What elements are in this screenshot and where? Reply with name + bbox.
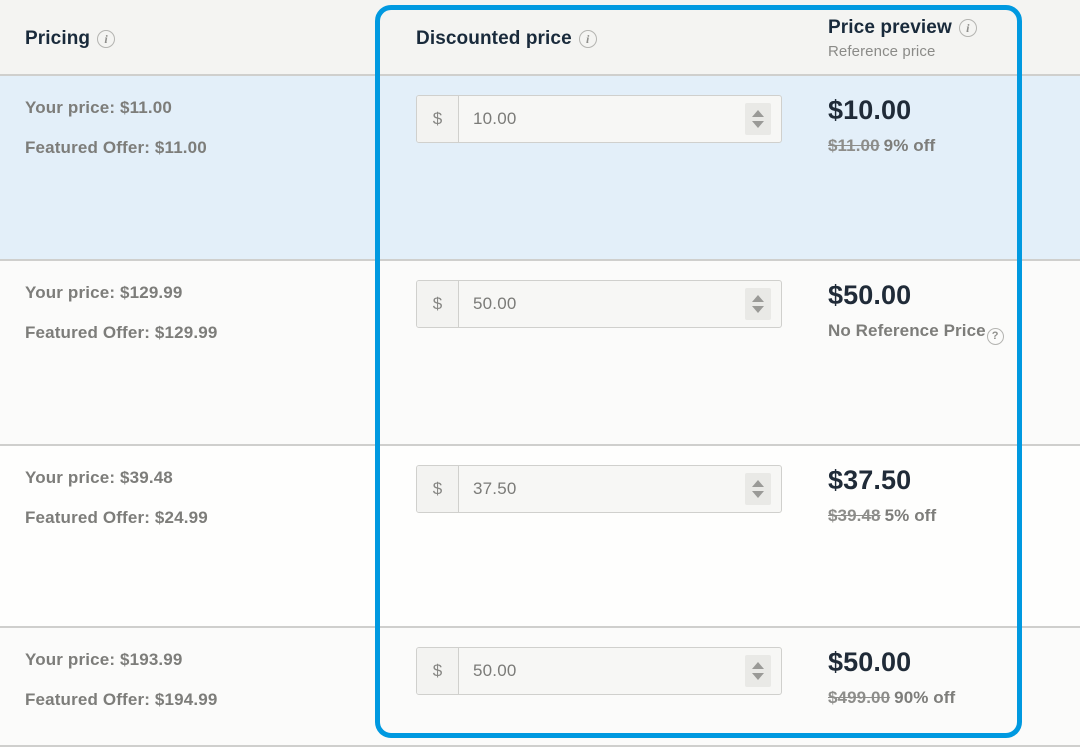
price-preview-column-title-text: Price preview: [828, 17, 952, 38]
discounted-price-input-group[interactable]: $: [416, 95, 782, 143]
discounted-price-input[interactable]: [459, 96, 745, 142]
cell-price-preview: $37.50 $39.48 5% off: [803, 446, 1080, 526]
table-row[interactable]: Your price: $129.99 Featured Offer: $129.…: [0, 261, 1080, 446]
cell-price-preview: $50.00 $499.00 90% off: [803, 628, 1080, 708]
currency-symbol: $: [417, 648, 459, 694]
price-preview-column-subtitle: Reference price: [828, 43, 936, 60]
reference-price-strikethrough: $11.00: [828, 135, 880, 155]
chevron-down-icon[interactable]: [752, 306, 764, 313]
discounted-price-input[interactable]: [459, 648, 745, 694]
cell-pricing: Your price: $129.99 Featured Offer: $129.…: [0, 261, 378, 343]
featured-offer-label: Featured Offer: $129.99: [25, 323, 218, 342]
discount-percentage: 90% off: [894, 687, 956, 707]
reference-price-note: $11.00 9% off: [828, 136, 1080, 156]
your-price-label: Your price: $39.48: [25, 468, 173, 487]
cell-discounted-price: $: [378, 628, 803, 695]
featured-offer-label: Featured Offer: $24.99: [25, 508, 208, 527]
featured-offer-label: Featured Offer: $11.00: [25, 138, 207, 157]
chevron-down-icon[interactable]: [752, 673, 764, 680]
no-reference-price-text: No Reference Price: [828, 320, 986, 340]
discounted-price-column-title-text: Discounted price: [416, 28, 572, 49]
discounted-price-input[interactable]: [459, 466, 745, 512]
cell-discounted-price: $: [378, 446, 803, 513]
featured-offer-label: Featured Offer: $194.99: [25, 690, 218, 709]
table-row[interactable]: Your price: $39.48 Featured Offer: $24.99…: [0, 446, 1080, 628]
info-icon[interactable]: i: [578, 30, 597, 48]
number-stepper[interactable]: [745, 103, 771, 135]
chevron-up-icon[interactable]: [752, 480, 764, 487]
preview-price-amount: $50.00: [828, 647, 912, 677]
help-icon[interactable]: ?: [986, 327, 1004, 345]
chevron-down-icon[interactable]: [752, 491, 764, 498]
cell-price-preview: $50.00 No Reference Price?: [803, 261, 1080, 345]
reference-price-note: $499.00 90% off: [828, 688, 1080, 708]
your-price-label: Your price: $129.99: [25, 283, 183, 302]
your-price-label: Your price: $193.99: [25, 650, 183, 669]
table-row[interactable]: Your price: $193.99 Featured Offer: $194.…: [0, 628, 1080, 747]
header-cell-discounted-price: Discounted price i: [378, 0, 803, 50]
table-row[interactable]: Your price: $11.00 Featured Offer: $11.00…: [0, 76, 1080, 261]
info-icon[interactable]: i: [958, 19, 977, 37]
your-price-label: Your price: $11.00: [25, 98, 172, 117]
number-stepper[interactable]: [745, 288, 771, 320]
pricing-table: Pricing i Discounted price i Price previ…: [0, 0, 1080, 747]
chevron-up-icon[interactable]: [752, 295, 764, 302]
reference-price-note: $39.48 5% off: [828, 506, 1080, 526]
number-stepper[interactable]: [745, 655, 771, 687]
chevron-up-icon[interactable]: [752, 110, 764, 117]
discounted-price-input-group[interactable]: $: [416, 647, 782, 695]
chevron-down-icon[interactable]: [752, 121, 764, 128]
preview-price-amount: $50.00: [828, 280, 912, 310]
reference-price-strikethrough: $39.48: [828, 505, 881, 525]
price-preview-column-title: Price preview i: [828, 17, 1080, 39]
no-reference-price-note: No Reference Price?: [828, 321, 1080, 345]
discount-percentage: 5% off: [884, 505, 937, 525]
discounted-price-input-group[interactable]: $: [416, 280, 782, 328]
header-cell-pricing: Pricing i: [0, 0, 378, 50]
cell-pricing: Your price: $11.00 Featured Offer: $11.00: [0, 76, 378, 158]
currency-symbol: $: [417, 96, 459, 142]
table-header-row: Pricing i Discounted price i Price previ…: [0, 0, 1080, 76]
currency-symbol: $: [417, 466, 459, 512]
preview-price-amount: $37.50: [828, 465, 912, 495]
number-stepper[interactable]: [745, 473, 771, 505]
cell-discounted-price: $: [378, 261, 803, 328]
cell-price-preview: $10.00 $11.00 9% off: [803, 76, 1080, 156]
discounted-price-input-group[interactable]: $: [416, 465, 782, 513]
cell-pricing: Your price: $193.99 Featured Offer: $194.…: [0, 628, 378, 710]
discounted-price-input[interactable]: [459, 281, 745, 327]
info-icon[interactable]: i: [97, 30, 116, 48]
pricing-column-title-text: Pricing: [25, 28, 91, 49]
pricing-column-title: Pricing i: [25, 28, 378, 50]
pricing-table-screen: Pricing i Discounted price i Price previ…: [0, 0, 1080, 747]
header-cell-price-preview: Price preview i Reference price: [803, 0, 1080, 60]
preview-price-amount: $10.00: [828, 95, 912, 125]
discounted-price-column-title: Discounted price i: [416, 28, 803, 50]
currency-symbol: $: [417, 281, 459, 327]
cell-pricing: Your price: $39.48 Featured Offer: $24.99: [0, 446, 378, 528]
reference-price-strikethrough: $499.00: [828, 687, 891, 707]
discount-percentage: 9% off: [883, 135, 936, 155]
cell-discounted-price: $: [378, 76, 803, 143]
chevron-up-icon[interactable]: [752, 662, 764, 669]
